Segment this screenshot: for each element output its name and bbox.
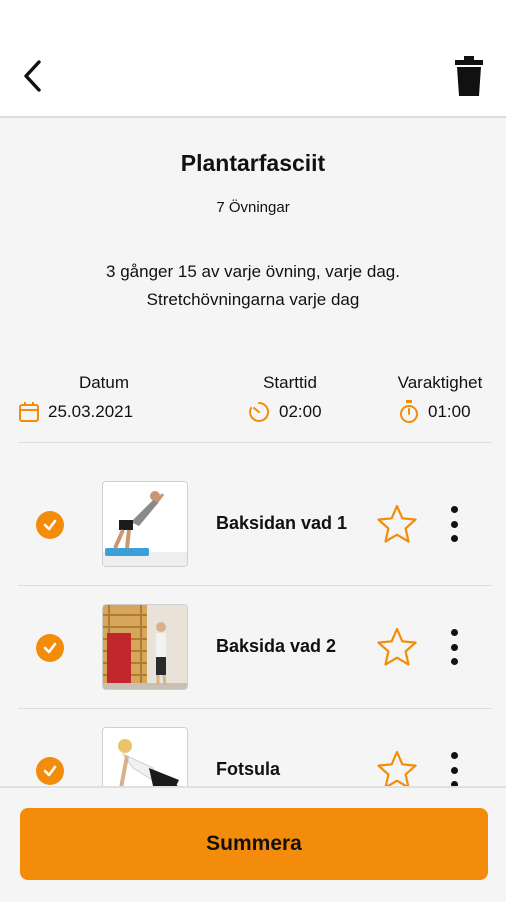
exercise-row[interactable]: Baksida vad 2: [0, 586, 506, 710]
exercise-count: 7 Övningar: [216, 199, 290, 216]
duration-field[interactable]: 01:00: [398, 400, 471, 424]
completed-check-icon[interactable]: [36, 634, 64, 662]
description-line-2: Stretchövningarna varje dag: [146, 290, 360, 309]
top-bar: [0, 0, 506, 118]
start-time-label: Starttid: [263, 373, 317, 392]
favorite-star-icon[interactable]: [376, 749, 418, 791]
favorite-star-icon[interactable]: [376, 503, 418, 545]
more-options-button[interactable]: [440, 503, 468, 545]
chevron-left-icon: [24, 60, 41, 92]
timer-icon: [249, 401, 270, 422]
program-description: 3 gånger 15 av varje övning, varje dag. …: [0, 258, 506, 314]
exercise-thumbnail[interactable]: [102, 604, 188, 690]
trash-icon: [455, 56, 483, 96]
exercise-thumbnail[interactable]: [102, 481, 188, 567]
completed-check-icon[interactable]: [36, 511, 64, 539]
completed-check-icon[interactable]: [36, 757, 64, 785]
stopwatch-icon: [400, 400, 418, 423]
exercise-name[interactable]: Baksida vad 2: [216, 636, 336, 657]
date-field[interactable]: 25.03.2021: [18, 400, 133, 424]
more-options-button[interactable]: [440, 626, 468, 668]
program-title: Plantarfasciit: [180, 150, 326, 176]
duration-value: 01:00: [428, 402, 471, 421]
description-line-1: 3 gånger 15 av varje övning, varje dag.: [106, 262, 400, 281]
start-time-value: 02:00: [279, 402, 322, 421]
summarize-button[interactable]: Summera: [20, 808, 488, 880]
duration-label: Varaktighet: [397, 373, 483, 392]
delete-button[interactable]: [448, 54, 490, 98]
start-time-field[interactable]: 02:00: [247, 400, 322, 424]
exercise-row[interactable]: Baksidan vad 1: [0, 463, 506, 587]
more-options-button[interactable]: [440, 749, 468, 791]
date-label: Datum: [78, 373, 130, 392]
exercise-name[interactable]: Fotsula: [216, 759, 280, 780]
divider: [18, 442, 492, 443]
exercise-name[interactable]: Baksidan vad 1: [216, 513, 347, 534]
back-button[interactable]: [14, 58, 50, 94]
calendar-icon: [19, 402, 39, 422]
date-value: 25.03.2021: [48, 402, 134, 421]
favorite-star-icon[interactable]: [376, 626, 418, 668]
